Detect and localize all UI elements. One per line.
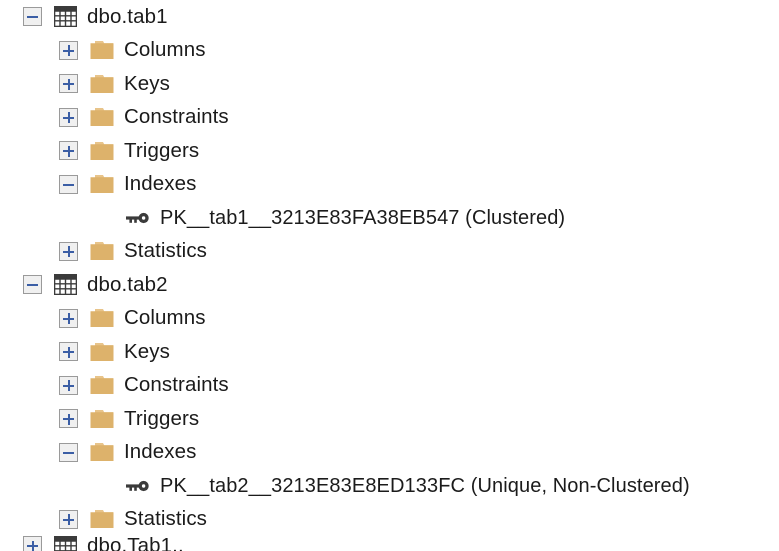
- tree-row[interactable]: Keys: [0, 335, 779, 369]
- tree-row[interactable]: PK__tab1__3213E83FA38EB547 (Clustered): [0, 201, 779, 235]
- folder-icon: [90, 174, 114, 194]
- expand-plus-icon[interactable]: [59, 74, 78, 94]
- tree-row[interactable]: Indexes: [0, 168, 779, 202]
- tree-row-label: Indexes: [124, 172, 197, 195]
- table-icon: [54, 536, 77, 551]
- tree-row[interactable]: Columns: [0, 302, 779, 336]
- folder-icon: [90, 74, 114, 94]
- tree-row-label: Indexes: [124, 440, 197, 463]
- expand-plus-icon[interactable]: [59, 241, 78, 261]
- tree-row-label: PK__tab1__3213E83FA38EB547 (Clustered): [160, 206, 566, 229]
- expand-plus-icon[interactable]: [23, 536, 42, 551]
- tree-row-label: Keys: [124, 71, 170, 95]
- tree-row-label: Constraints: [124, 373, 229, 396]
- expand-plus-icon[interactable]: [59, 509, 78, 529]
- collapse-minus-icon[interactable]: [23, 275, 42, 295]
- expand-plus-icon[interactable]: [59, 40, 78, 60]
- tree-row-label: dbo.tab2: [87, 272, 168, 296]
- tree-row[interactable]: Constraints: [0, 101, 779, 135]
- key-icon: [126, 478, 150, 494]
- object-explorer-tree[interactable]: dbo.tab1 Columns Keys Constraints Triggers In…: [0, 0, 779, 551]
- tree-row-label: Columns: [124, 306, 206, 329]
- table-icon: [54, 274, 77, 296]
- expand-plus-icon[interactable]: [59, 107, 78, 127]
- tree-row-label: Triggers: [124, 406, 200, 430]
- tree-row-label: dbo.tab1: [87, 4, 168, 28]
- tree-row[interactable]: Statistics: [0, 503, 779, 537]
- tree-row[interactable]: Constraints: [0, 369, 779, 403]
- folder-icon: [90, 342, 114, 362]
- tree-row[interactable]: Statistics: [0, 235, 779, 269]
- expand-plus-icon[interactable]: [59, 342, 78, 362]
- collapse-minus-icon[interactable]: [23, 7, 42, 27]
- folder-icon: [90, 409, 114, 429]
- expand-plus-icon[interactable]: [59, 409, 78, 429]
- table-icon: [54, 6, 77, 28]
- expand-plus-icon[interactable]: [59, 141, 78, 161]
- tree-row-label: Statistics: [124, 239, 208, 262]
- folder-icon: [90, 40, 114, 60]
- folder-icon: [90, 308, 114, 328]
- folder-icon: [90, 509, 114, 529]
- folder-icon: [90, 107, 114, 127]
- collapse-minus-icon[interactable]: [59, 174, 78, 194]
- folder-icon: [90, 375, 114, 395]
- tree-row-label: Columns: [124, 38, 206, 61]
- tree-row[interactable]: dbo.tab2: [0, 268, 779, 302]
- tree-row[interactable]: Keys: [0, 67, 779, 101]
- key-icon: [126, 210, 150, 226]
- folder-icon: [90, 442, 114, 462]
- folder-icon: [90, 141, 114, 161]
- tree-row[interactable]: dbo.Tab1..: [0, 536, 779, 551]
- folder-icon: [90, 241, 114, 261]
- tree-row[interactable]: Triggers: [0, 402, 779, 436]
- expand-plus-icon[interactable]: [59, 308, 78, 328]
- tree-row[interactable]: Indexes: [0, 436, 779, 470]
- tree-row[interactable]: Triggers: [0, 134, 779, 168]
- tree-row[interactable]: dbo.tab1: [0, 0, 779, 34]
- tree-row-label: Constraints: [124, 105, 229, 128]
- collapse-minus-icon[interactable]: [59, 442, 78, 462]
- expand-plus-icon[interactable]: [59, 375, 78, 395]
- tree-row-label: Keys: [124, 339, 170, 363]
- tree-row[interactable]: Columns: [0, 34, 779, 68]
- tree-row-label: PK__tab2__3213E83E8ED133FC (Unique, Non-…: [160, 474, 690, 497]
- tree-row[interactable]: PK__tab2__3213E83E8ED133FC (Unique, Non-…: [0, 469, 779, 503]
- tree-row-label: Statistics: [124, 507, 208, 530]
- tree-row-label: Triggers: [124, 138, 200, 162]
- tree-row-label: dbo.Tab1..: [87, 536, 184, 551]
